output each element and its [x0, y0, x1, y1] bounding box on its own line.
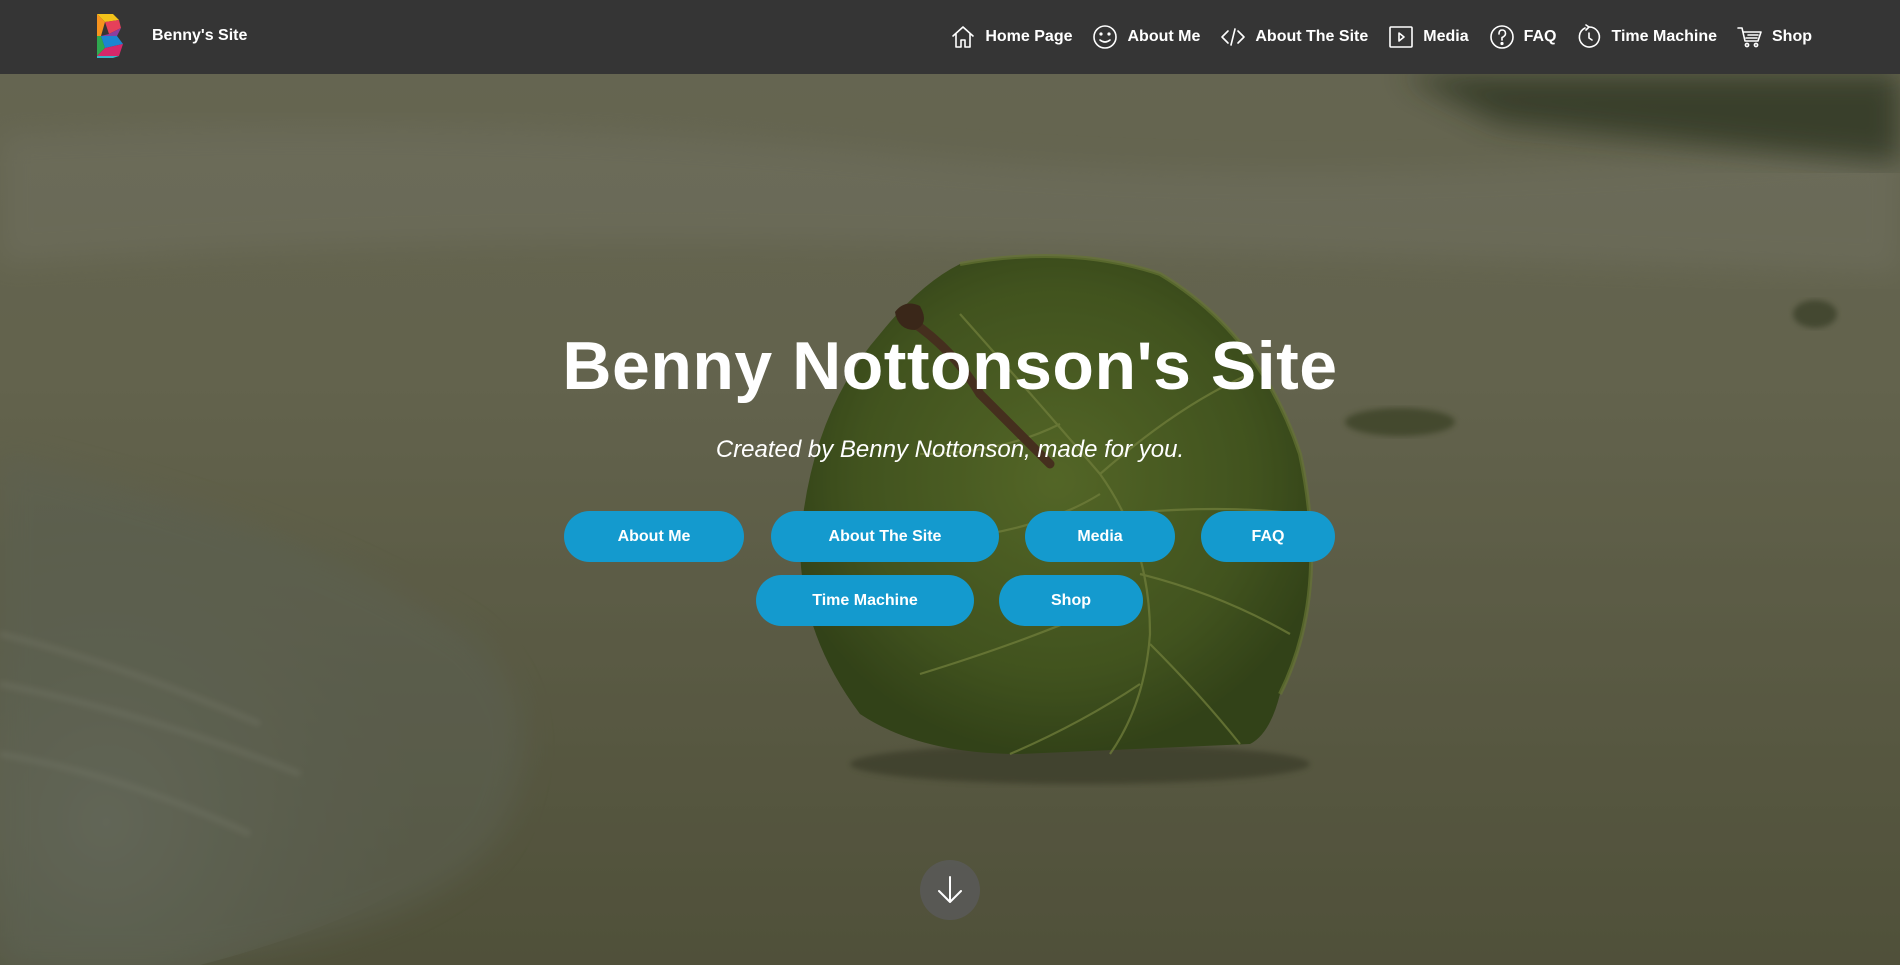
nav-item-home[interactable]: Home Page	[949, 23, 1072, 51]
brand-logo-icon[interactable]	[95, 12, 127, 60]
hero-section: Benny Nottonson's Site Created by Benny …	[0, 74, 1900, 965]
brand-name[interactable]: Benny's Site	[152, 27, 247, 45]
nav-item-label: Media	[1423, 28, 1469, 45]
question-icon	[1489, 25, 1514, 49]
code-icon	[1221, 28, 1246, 46]
home-icon	[952, 26, 975, 48]
faq-button[interactable]: FAQ	[1201, 511, 1335, 562]
nav-item-about-me[interactable]: About Me	[1091, 23, 1200, 51]
nav-item-shop[interactable]: Shop	[1736, 23, 1812, 51]
about-me-button[interactable]: About Me	[564, 511, 744, 562]
nav-item-label: About The Site	[1255, 28, 1369, 45]
nav-item-label: About Me	[1127, 28, 1201, 45]
smiley-icon	[1093, 25, 1118, 49]
nav-item-label: Shop	[1772, 28, 1812, 45]
shop-button[interactable]: Shop	[999, 575, 1143, 626]
timer-icon	[1579, 24, 1601, 48]
hero-title: Benny Nottonson's Site	[562, 328, 1338, 404]
play-icon	[1389, 26, 1414, 48]
nav-item-label: Time Machine	[1611, 28, 1717, 45]
brand[interactable]: Benny's Site	[95, 12, 247, 60]
top-navbar: Benny's Site Home Page About Me About Th…	[0, 0, 1900, 74]
scroll-down-button[interactable]	[920, 860, 980, 920]
nav-item-label: Home Page	[985, 28, 1073, 45]
arrow-down-icon	[938, 876, 962, 903]
time-machine-button[interactable]: Time Machine	[756, 575, 974, 626]
nav-item-media[interactable]: Media	[1387, 23, 1469, 51]
about-the-site-button[interactable]: About The Site	[771, 511, 999, 562]
hero-subtitle: Created by Benny Nottonson, made for you…	[715, 436, 1185, 463]
cart-icon	[1737, 27, 1762, 48]
nav-item-about-site[interactable]: About The Site	[1219, 23, 1368, 51]
nav-item-time-machine[interactable]: Time Machine	[1575, 23, 1717, 51]
nav-item-label: FAQ	[1523, 28, 1557, 45]
nav-links: Home Page About Me About The Site Media …	[930, 0, 1812, 74]
media-button[interactable]: Media	[1025, 511, 1175, 562]
nav-item-faq[interactable]: FAQ	[1488, 23, 1557, 51]
